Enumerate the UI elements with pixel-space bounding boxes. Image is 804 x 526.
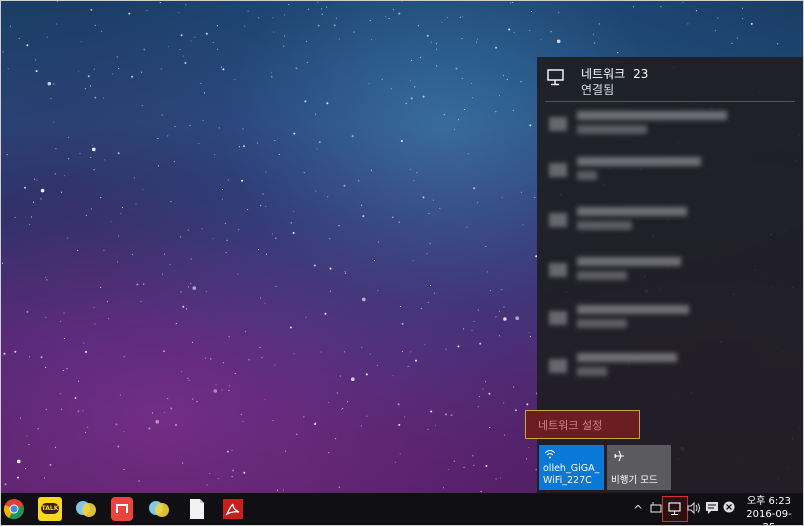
wifi-network-item[interactable]	[545, 155, 795, 191]
wifi-icon	[549, 311, 567, 325]
mypeople-icon[interactable]	[74, 497, 98, 521]
taskbar-clock[interactable]: 오후 6:23 2016-09-25	[743, 495, 795, 525]
wifi-network-item[interactable]	[545, 351, 795, 387]
airplane-mode-tile[interactable]: 비행기 모드	[607, 445, 671, 490]
wifi-network-item[interactable]	[545, 255, 795, 291]
app-red-icon[interactable]	[111, 497, 133, 521]
mypeople-2-icon[interactable]	[147, 497, 171, 521]
airplane-icon	[614, 450, 624, 462]
safely-remove-hardware-icon[interactable]	[650, 501, 662, 515]
screen: 네트워크 23 연결됨 네트워크 설정 olleh_GiGA_WiFi_227C …	[0, 0, 804, 526]
wifi-icon	[544, 450, 556, 459]
clock-date: 2016-09-25	[746, 509, 792, 525]
clock-time: 오후 6:23	[746, 496, 792, 507]
wifi-network-item[interactable]	[545, 109, 795, 145]
chrome-icon[interactable]	[2, 497, 26, 521]
ethernet-icon	[547, 69, 564, 86]
wifi-tile-label: olleh_GiGA_WiFi_227C	[543, 463, 600, 486]
wifi-icon	[549, 263, 567, 277]
wifi-icon	[549, 117, 567, 131]
wifi-icon	[549, 359, 567, 373]
notification-icon[interactable]	[705, 501, 719, 515]
ethernet-icon	[668, 502, 681, 515]
wifi-icon	[549, 163, 567, 177]
pdf-icon[interactable]	[221, 497, 245, 521]
kakaotalk-icon[interactable]: TALK	[38, 497, 62, 521]
network-settings-link[interactable]: 네트워크 설정	[525, 410, 640, 439]
document-icon[interactable]	[185, 497, 209, 521]
wifi-network-item[interactable]	[545, 303, 795, 339]
close-circle-icon[interactable]	[723, 501, 735, 513]
airplane-tile-label: 비행기 모드	[611, 475, 658, 486]
network-tray-button[interactable]	[662, 496, 688, 522]
chevron-up-icon[interactable]: ^	[633, 503, 643, 517]
wifi-network-item[interactable]	[545, 205, 795, 241]
network-status: 연결됨	[581, 83, 615, 97]
volume-icon[interactable]	[687, 501, 701, 515]
network-name: 네트워크 23	[581, 67, 649, 81]
wifi-toggle-tile[interactable]: olleh_GiGA_WiFi_227C	[539, 445, 604, 490]
network-number: 23	[633, 67, 649, 81]
wifi-icon	[549, 213, 567, 227]
network-header[interactable]: 네트워크 23 연결됨	[545, 63, 795, 102]
